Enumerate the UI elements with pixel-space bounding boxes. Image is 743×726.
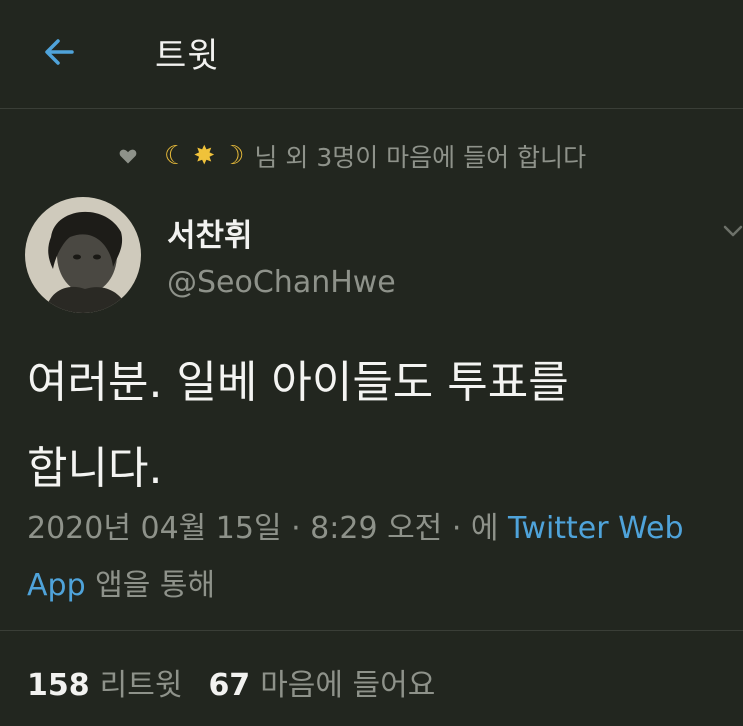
tweet-text-line: 여러분. 일베 아이들도 투표를 (27, 357, 569, 408)
engagement-stats: 158 리트윗 67 마음에 들어요 (27, 660, 461, 704)
source-suffix: 앱을 통해 (95, 568, 216, 603)
liked-by-context[interactable]: ☾ ✸ ☽ 님 외 3명이 마음에 들어 합니다 (118, 136, 586, 176)
top-app-bar: 트윗 (0, 0, 743, 109)
tweet-meta: 2020년 04월 15일 · 8:29 오전 · 에 Twitter Web … (27, 500, 727, 614)
divider (0, 630, 743, 631)
tweet-body: 여러분. 일베 아이들도 투표를 합니다. (27, 340, 717, 512)
likes-stat[interactable]: 67 마음에 들어요 (208, 660, 435, 704)
liked-by-text: 님 외 3명이 마음에 들어 합니다 (254, 143, 587, 172)
page-title: 트윗 (155, 36, 220, 76)
sun-emoji-icon: ✸ (193, 141, 216, 171)
back-arrow-icon[interactable] (38, 30, 82, 74)
likes-count: 67 (208, 668, 251, 703)
timestamp: 2020년 04월 15일 · 8:29 오전 · 에 (27, 511, 499, 546)
author-handle[interactable]: @SeoChanHwe (167, 265, 396, 300)
retweets-stat[interactable]: 158 리트윗 (27, 660, 182, 704)
moon-emoji-icon: ☾ (164, 141, 188, 171)
avatar-portrait-icon (25, 197, 141, 313)
avatar[interactable] (25, 197, 141, 313)
likes-label: 마음에 들어요 (260, 668, 436, 703)
chevron-down-icon[interactable] (722, 220, 743, 242)
author-display-name[interactable]: 서찬휘 (167, 210, 253, 255)
heart-icon (119, 149, 137, 164)
retweets-label: 리트윗 (99, 668, 183, 703)
retweets-count: 158 (27, 668, 90, 703)
moon-emoji-icon: ☽ (221, 141, 245, 171)
